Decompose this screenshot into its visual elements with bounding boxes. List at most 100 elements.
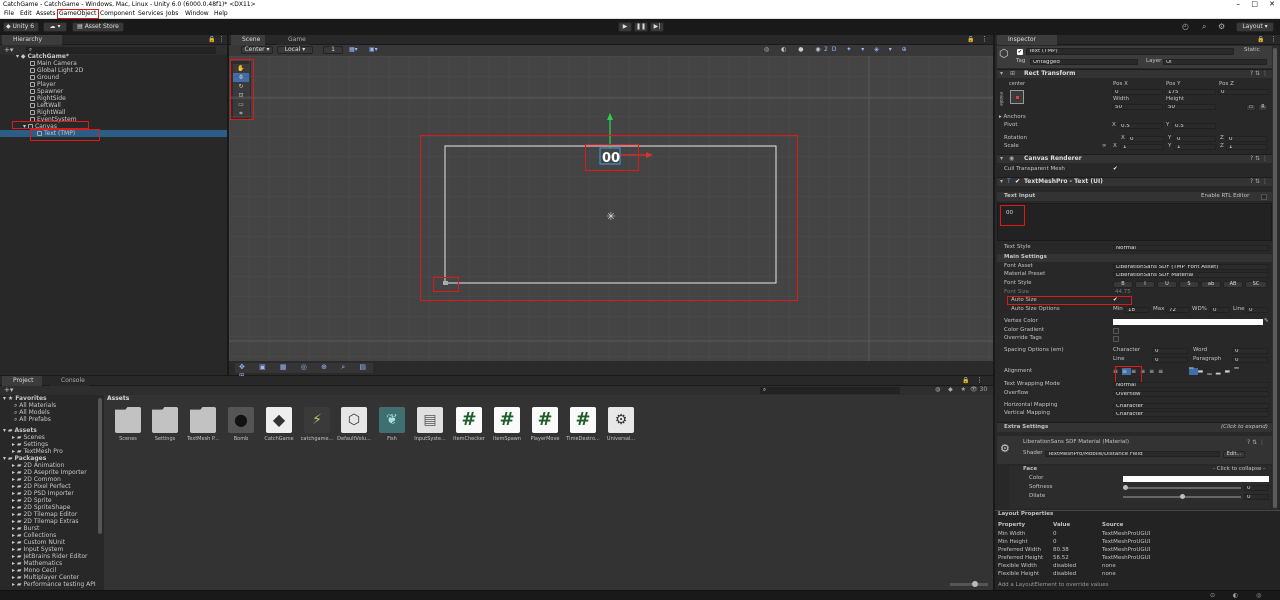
- align-right-icon[interactable]: ≡: [1131, 368, 1140, 375]
- paragraph-field[interactable]: 0: [1232, 357, 1268, 363]
- canvas-renderer-header[interactable]: ▾ ◉ Canvas Renderer? ⇅ ⋮: [997, 154, 1272, 163]
- scene-root[interactable]: ▾ ◆ CatchGame*: [16, 53, 69, 60]
- scale-y-field[interactable]: 1: [1174, 144, 1216, 150]
- tab-game[interactable]: Game: [277, 35, 309, 45]
- tree-package[interactable]: ▸ ▰ 2D Animation: [12, 462, 64, 469]
- status-icons[interactable]: ⊙ ◐ ◎: [1210, 592, 1269, 599]
- softness-slider-thumb[interactable]: [1123, 485, 1128, 490]
- extra-settings-header[interactable]: Extra Settings (Click to expand): [997, 422, 1272, 432]
- menu-edit[interactable]: Edit: [20, 10, 32, 17]
- pos-y-field[interactable]: 175: [1165, 89, 1216, 95]
- hierarchy-item[interactable]: LeftWall: [30, 102, 61, 109]
- layer-dropdown[interactable]: UI: [1163, 59, 1267, 65]
- asset-item[interactable]: ⚡ catchgame...: [299, 407, 335, 447]
- underline-button[interactable]: U: [1157, 281, 1177, 288]
- component-menu-icons[interactable]: ? ⇅ ⋮: [1250, 70, 1268, 78]
- color-gradient-checkbox[interactable]: [1113, 328, 1119, 334]
- hmap-dropdown[interactable]: Character: [1113, 403, 1269, 409]
- character-field[interactable]: 0: [1152, 348, 1188, 354]
- align-left-icon[interactable]: ≡: [1113, 368, 1122, 375]
- zoom-slider-thumb[interactable]: [972, 581, 978, 587]
- asset-item[interactable]: ◆ CatchGame: [261, 407, 297, 447]
- pivot-x-field[interactable]: 0.5: [1118, 123, 1162, 129]
- align-baseline-icon[interactable]: ▂: [1216, 368, 1225, 375]
- tree-package[interactable]: ▸ ▰ Custom NUnit: [12, 539, 65, 546]
- word-field[interactable]: 0: [1232, 348, 1268, 354]
- active-checkbox[interactable]: ✔: [1017, 49, 1023, 55]
- pause-button[interactable]: ❚❚: [634, 22, 648, 32]
- align-midline-icon[interactable]: ▬: [1225, 368, 1235, 375]
- rot-x-field[interactable]: 0: [1127, 136, 1165, 142]
- asset-item[interactable]: ⬡ DefaultVolu...: [336, 407, 372, 447]
- face-color-swatch[interactable]: [1123, 476, 1269, 482]
- tree-scrollbar[interactable]: [98, 398, 102, 534]
- menu-window[interactable]: Window: [185, 10, 209, 17]
- project-search[interactable]: ⌕: [760, 387, 900, 394]
- softness-field[interactable]: 0: [1244, 485, 1269, 491]
- horizontal-alignment-group[interactable]: ≡≡≡≡≡≡: [1113, 368, 1187, 375]
- width-field[interactable]: 50: [1112, 104, 1163, 110]
- tab-hierarchy[interactable]: Hierarchy: [2, 35, 62, 45]
- assets-header[interactable]: ▾ ▰ Assets: [3, 427, 37, 434]
- vmap-dropdown[interactable]: Character: [1113, 411, 1269, 417]
- rect-transform-header[interactable]: ▾ ⊞ Rect Transform? ⇅ ⋮: [997, 69, 1272, 78]
- asset-item[interactable]: ▤ InputSyste...: [412, 407, 448, 447]
- scale-z-field[interactable]: 1: [1226, 144, 1268, 150]
- tree-package[interactable]: ▸ ▰ Collections: [12, 532, 56, 539]
- object-name-field[interactable]: Text (TMP): [1026, 48, 1234, 55]
- dilate-slider-thumb[interactable]: [1180, 494, 1185, 499]
- grid-snap-field[interactable]: 1: [323, 46, 343, 54]
- softness-slider[interactable]: [1123, 487, 1241, 489]
- tab-console[interactable]: Console: [50, 376, 90, 386]
- asset-item[interactable]: # ItemSpawn: [489, 407, 525, 447]
- tab-inspector[interactable]: Inspector: [997, 35, 1057, 45]
- height-field[interactable]: 50: [1165, 104, 1216, 110]
- add-icon[interactable]: +▾: [4, 46, 13, 54]
- material-preset-dropdown[interactable]: LiberationSans SDF Material: [1113, 272, 1269, 278]
- menu-services[interactable]: Services: [138, 10, 163, 17]
- static-label[interactable]: Static: [1244, 47, 1260, 54]
- search-icon[interactable]: ⌕: [1202, 22, 1206, 32]
- hierarchy-item[interactable]: Ground: [30, 74, 59, 81]
- close-icon[interactable]: ✕: [1269, 0, 1275, 8]
- max-field[interactable]: 72: [1166, 307, 1190, 313]
- tree-package[interactable]: ▸ ▰ JetBrains Rider Editor: [12, 553, 88, 560]
- asset-item[interactable]: ● Bomb: [223, 407, 259, 447]
- component-menu-icons[interactable]: ? ⇅ ⋮: [1250, 178, 1268, 186]
- asset-item[interactable]: Scenes: [110, 407, 146, 447]
- space-dropdown[interactable]: Local ▾: [277, 46, 313, 54]
- hierarchy-item[interactable]: Player: [30, 81, 56, 88]
- dilate-field[interactable]: 0: [1244, 494, 1269, 500]
- text-input-area[interactable]: 00: [997, 203, 1272, 241]
- menu-file[interactable]: File: [4, 10, 14, 17]
- step-button[interactable]: ▶|: [650, 22, 664, 32]
- tree-package[interactable]: ▸ ▰ 2D Pixel Perfect: [12, 483, 71, 490]
- snap-icon[interactable]: ▣▾: [369, 46, 378, 53]
- anchor-preset-button[interactable]: [1010, 90, 1024, 104]
- edit-shader-button[interactable]: Edit...: [1223, 451, 1245, 458]
- tree-package[interactable]: ▸ ▰ 2D Tilemap Extras: [12, 518, 79, 525]
- asset-item[interactable]: Settings: [147, 407, 183, 447]
- eyedropper-icon[interactable]: ✎: [1264, 318, 1269, 325]
- history-icon[interactable]: ◴: [1182, 22, 1189, 31]
- hierarchy-item-canvas[interactable]: ▾ Canvas: [23, 123, 57, 130]
- lowercase-button[interactable]: ab: [1201, 281, 1221, 288]
- lock-icon[interactable]: 🔒: [962, 377, 969, 384]
- text-style-dropdown[interactable]: Normal: [1113, 245, 1269, 251]
- overlay-icons[interactable]: ◎ ◐ ● ◉: [764, 46, 826, 53]
- overflow-dropdown[interactable]: Overflow: [1113, 391, 1269, 397]
- kebab-menu-icon[interactable]: ⋮: [1270, 35, 1277, 43]
- component-menu-icons[interactable]: ? ⇅ ⋮: [1247, 439, 1265, 446]
- line-spacing-field[interactable]: 0: [1152, 357, 1188, 363]
- lock-icon[interactable]: 🔒: [208, 36, 215, 43]
- asset-item[interactable]: TextMesh P...: [185, 407, 221, 447]
- lock-icon[interactable]: 🔒: [1257, 36, 1264, 43]
- blueprint-button[interactable]: ▭: [1246, 104, 1256, 111]
- menu-gameobject[interactable]: GameObject: [59, 10, 96, 17]
- gear-icon[interactable]: ⚙: [1218, 22, 1225, 31]
- pos-x-field[interactable]: 0: [1112, 89, 1163, 95]
- pivot-dropdown[interactable]: Center ▾: [241, 46, 273, 54]
- asset-item[interactable]: # ItemChecker: [451, 407, 487, 447]
- breadcrumb[interactable]: Assets: [107, 395, 129, 402]
- raw-edit-button[interactable]: R: [1258, 104, 1268, 111]
